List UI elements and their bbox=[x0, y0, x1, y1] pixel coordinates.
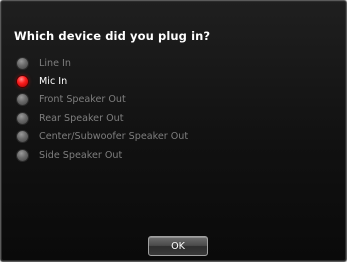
radio-unselected-icon[interactable] bbox=[17, 149, 28, 161]
radio-unselected-icon[interactable] bbox=[17, 131, 28, 143]
option-label: Mic In bbox=[39, 76, 68, 88]
radio-unselected-icon[interactable] bbox=[17, 57, 28, 69]
radio-selected-icon[interactable] bbox=[17, 76, 28, 88]
radio-unselected-icon[interactable] bbox=[17, 112, 28, 124]
option-line-in[interactable]: Line In bbox=[17, 54, 188, 72]
device-selection-dialog: Which device did you plug in? Line In Mi… bbox=[0, 0, 347, 262]
device-option-list: Line In Mic In Front Speaker Out Rear Sp… bbox=[17, 54, 188, 164]
dialog-question: Which device did you plug in? bbox=[14, 29, 211, 43]
option-side-speaker-out[interactable]: Side Speaker Out bbox=[17, 146, 188, 164]
option-mic-in[interactable]: Mic In bbox=[17, 72, 188, 90]
ok-button[interactable]: OK bbox=[148, 236, 208, 256]
option-label: Center/Subwoofer Speaker Out bbox=[39, 131, 189, 143]
option-label: Front Speaker Out bbox=[39, 94, 126, 106]
radio-unselected-icon[interactable] bbox=[17, 94, 28, 106]
option-front-speaker-out[interactable]: Front Speaker Out bbox=[17, 91, 188, 109]
option-label: Line In bbox=[39, 57, 71, 69]
option-label: Side Speaker Out bbox=[39, 149, 123, 161]
option-label: Rear Speaker Out bbox=[39, 112, 124, 124]
option-center-subwoofer-speaker-out[interactable]: Center/Subwoofer Speaker Out bbox=[17, 128, 188, 146]
option-rear-speaker-out[interactable]: Rear Speaker Out bbox=[17, 109, 188, 127]
